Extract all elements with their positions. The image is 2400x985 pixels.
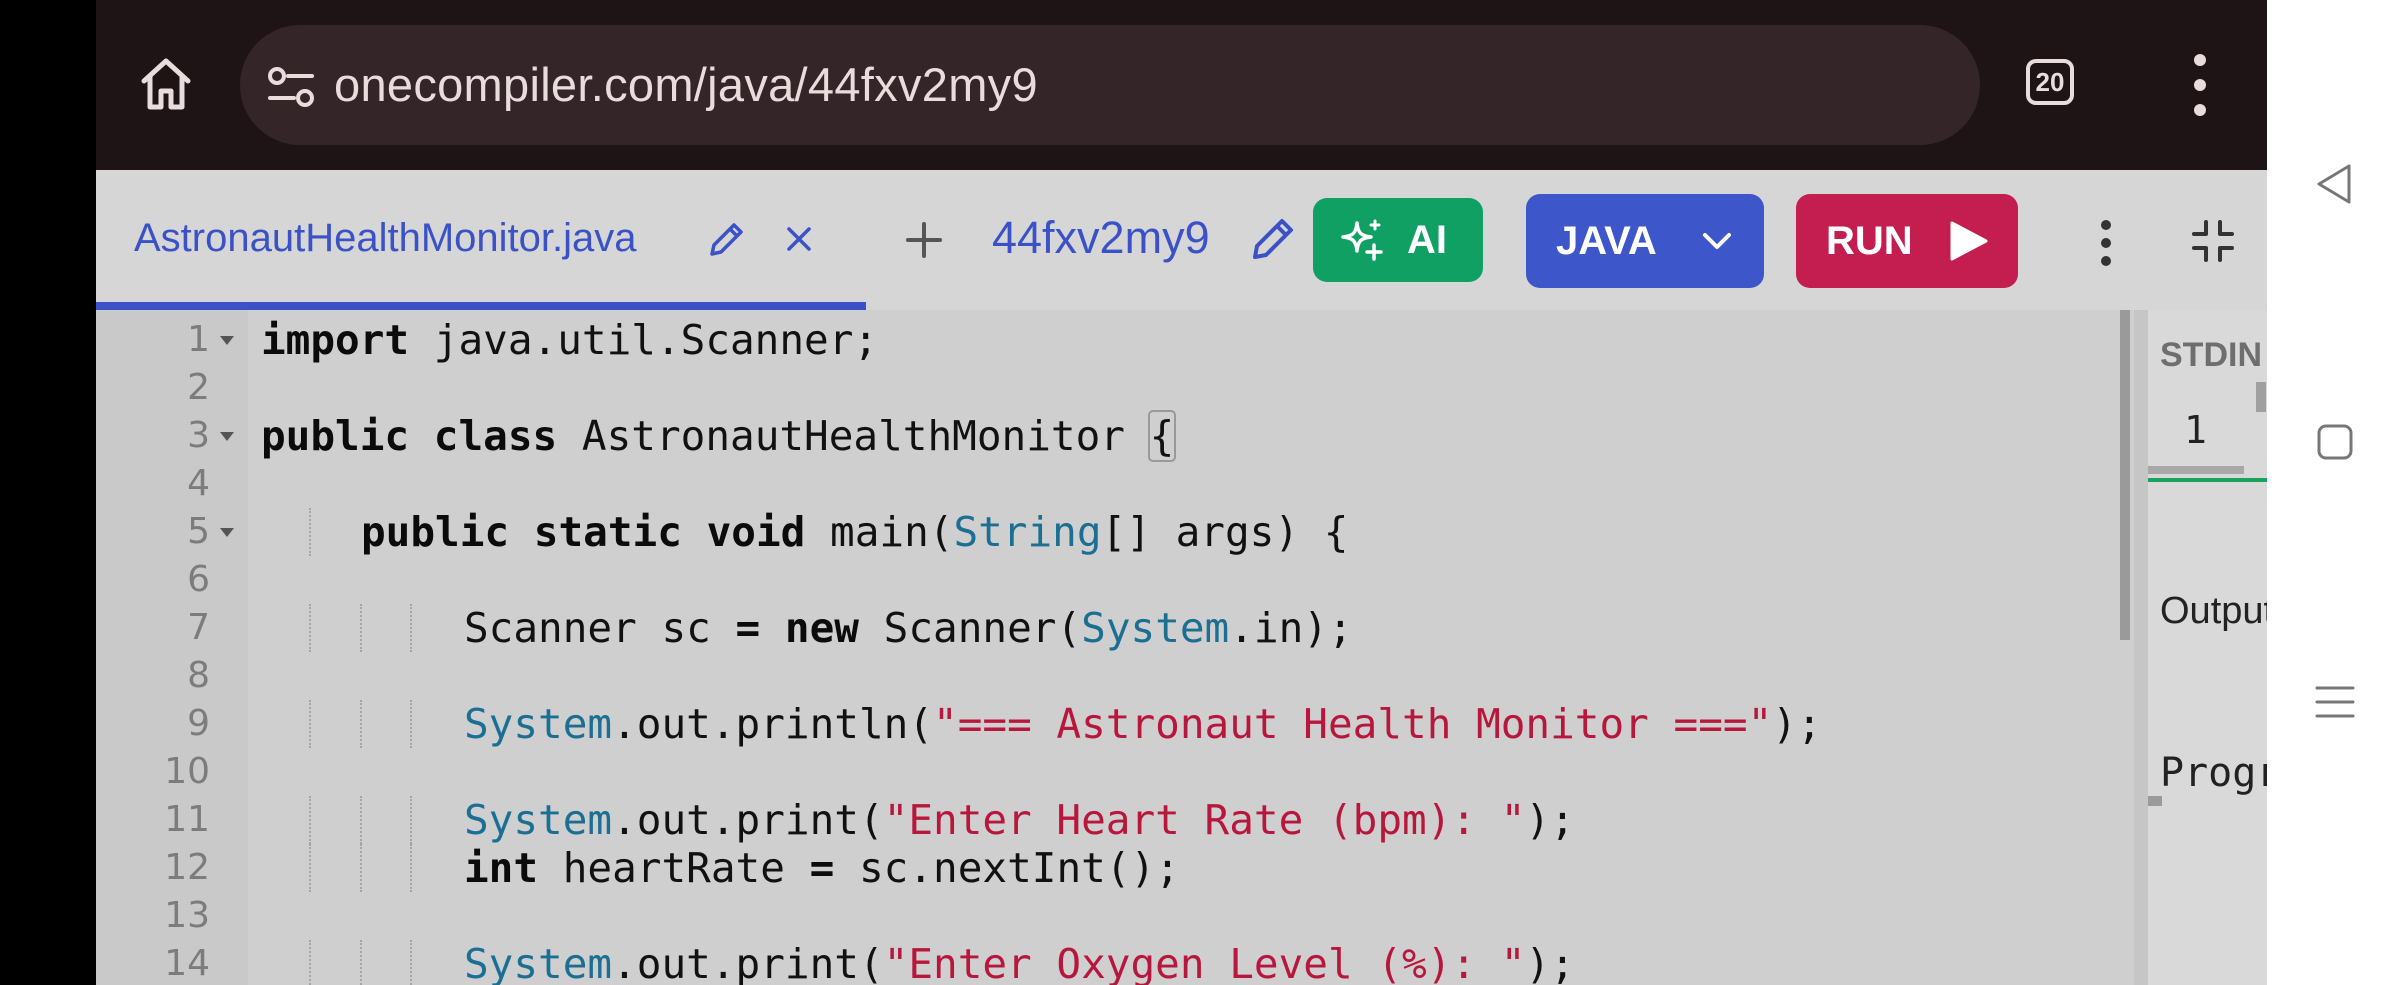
tune-icon[interactable] bbox=[266, 65, 316, 109]
code-line[interactable]: 6 bbox=[96, 556, 2134, 604]
tab-file[interactable]: AstronautHealthMonitor.java bbox=[96, 170, 866, 310]
home-button[interactable] bbox=[136, 52, 196, 116]
line-number: 12 bbox=[164, 847, 210, 888]
code-line[interactable]: 10 bbox=[96, 748, 2134, 796]
line-number: 1 bbox=[187, 319, 210, 360]
code-line[interactable]: 3 public class AstronautHealthMonitor { bbox=[96, 410, 2134, 462]
language-select[interactable]: JAVA bbox=[1526, 194, 1764, 288]
indent-guide bbox=[309, 796, 311, 844]
ai-button[interactable]: AI bbox=[1313, 198, 1483, 282]
fold-arrow-icon[interactable] bbox=[220, 528, 234, 537]
indent-guide bbox=[410, 700, 412, 748]
code-text[interactable]: int heartRate = sc.nextInt(); bbox=[464, 844, 1180, 892]
code-line[interactable]: 8 bbox=[96, 652, 2134, 700]
stdin-scrollbar-horizontal[interactable] bbox=[2148, 466, 2244, 474]
indent-guide bbox=[410, 940, 412, 985]
home-square-icon[interactable] bbox=[2311, 418, 2359, 466]
language-label: JAVA bbox=[1556, 218, 1657, 263]
line-number: 6 bbox=[187, 559, 210, 600]
home-icon bbox=[141, 58, 191, 110]
code-text[interactable]: public static void main(String[] args) { bbox=[361, 508, 1348, 556]
browser-toolbar: onecompiler.com/java/44fxv2my9 20 bbox=[96, 0, 2267, 170]
stdin-line-number[interactable]: 1 bbox=[2184, 408, 2207, 452]
line-number: 14 bbox=[164, 943, 210, 984]
panel-resize-handle[interactable] bbox=[2148, 796, 2162, 806]
code-line[interactable]: 14 System.out.print("Enter Oxygen Level … bbox=[96, 940, 2134, 985]
stdin-focus-border bbox=[2148, 478, 2267, 482]
line-number: 13 bbox=[164, 895, 210, 936]
code-text[interactable]: System.out.print("Enter Heart Rate (bpm)… bbox=[464, 796, 1575, 844]
code-text[interactable]: import java.util.Scanner; bbox=[261, 316, 878, 364]
indent-guide bbox=[360, 940, 362, 985]
indent-guide bbox=[309, 508, 311, 556]
more-vert-icon[interactable] bbox=[2188, 52, 2212, 118]
code-line[interactable]: 11 System.out.print("Enter Heart Rate (b… bbox=[96, 796, 2134, 844]
line-number: 7 bbox=[187, 607, 210, 648]
system-navigation-bar bbox=[2267, 0, 2400, 985]
indent-guide bbox=[360, 700, 362, 748]
collapse-icon[interactable] bbox=[2190, 218, 2236, 264]
project-name[interactable]: 44fxv2my9 bbox=[992, 170, 1210, 310]
indent-guide bbox=[360, 844, 362, 892]
io-panel: STDIN 1 Output Program bbox=[2134, 310, 2267, 985]
code-text[interactable]: Scanner sc = new Scanner(System.in); bbox=[464, 604, 1353, 652]
play-icon bbox=[1950, 221, 1988, 261]
code-text[interactable]: System.out.println("=== Astronaut Health… bbox=[464, 700, 1822, 748]
code-line[interactable]: 12 int heartRate = sc.nextInt(); bbox=[96, 844, 2134, 892]
code-line[interactable]: 13 bbox=[96, 892, 2134, 940]
indent-guide bbox=[410, 844, 412, 892]
code-text[interactable]: System.out.print("Enter Oxygen Level (%)… bbox=[464, 940, 1575, 985]
screen: onecompiler.com/java/44fxv2my9 20 Astron… bbox=[0, 0, 2400, 985]
indent-guide bbox=[309, 700, 311, 748]
line-number: 5 bbox=[187, 511, 210, 552]
more-vert-icon[interactable] bbox=[2096, 218, 2116, 268]
line-number: 2 bbox=[187, 367, 210, 408]
editor-toolbar: AstronautHealthMonitor.java 44fxv2my9 AI bbox=[96, 170, 2267, 310]
back-triangle-icon[interactable] bbox=[2311, 160, 2359, 208]
indent-guide bbox=[410, 604, 412, 652]
indent-guide bbox=[309, 604, 311, 652]
line-number: 11 bbox=[164, 799, 210, 840]
ai-button-label: AI bbox=[1407, 217, 1447, 262]
file-tab-label[interactable]: AstronautHealthMonitor.java bbox=[134, 170, 637, 310]
line-number: 4 bbox=[187, 463, 210, 504]
run-button[interactable]: RUN bbox=[1796, 194, 2018, 288]
line-number: 9 bbox=[187, 703, 210, 744]
tab-switcher-button[interactable]: 20 bbox=[2026, 59, 2074, 105]
editor-scrollbar[interactable] bbox=[2120, 310, 2130, 640]
pencil-icon[interactable] bbox=[706, 218, 748, 260]
pencil-icon[interactable] bbox=[1248, 214, 1298, 264]
code-text[interactable]: public class AstronautHealthMonitor { bbox=[261, 410, 1177, 462]
indent-guide bbox=[309, 940, 311, 985]
chevron-down-icon bbox=[1703, 233, 1731, 249]
address-bar[interactable]: onecompiler.com/java/44fxv2my9 bbox=[240, 25, 1980, 145]
fold-arrow-icon[interactable] bbox=[220, 336, 234, 345]
code-line[interactable]: 1 import java.util.Scanner; bbox=[96, 316, 2134, 364]
active-tab-indicator bbox=[96, 302, 866, 310]
sparkle-icon bbox=[1341, 219, 1383, 261]
indent-guide bbox=[360, 796, 362, 844]
run-label: RUN bbox=[1826, 218, 1913, 263]
stdin-scrollbar-vertical[interactable] bbox=[2256, 382, 2266, 412]
indent-guide bbox=[360, 604, 362, 652]
code-line[interactable]: 5 public static void main(String[] args)… bbox=[96, 508, 2134, 556]
line-number: 8 bbox=[187, 655, 210, 696]
close-icon[interactable] bbox=[782, 222, 816, 256]
code-line[interactable]: 7 Scanner sc = new Scanner(System.in); bbox=[96, 604, 2134, 652]
stdin-label: STDIN bbox=[2160, 336, 2262, 374]
code-line[interactable]: 4 bbox=[96, 460, 2134, 508]
url-text[interactable]: onecompiler.com/java/44fxv2my9 bbox=[334, 25, 1038, 145]
recents-icon[interactable] bbox=[2311, 678, 2359, 726]
output-label: Output bbox=[2160, 590, 2267, 632]
fold-arrow-icon[interactable] bbox=[220, 432, 234, 441]
indent-guide bbox=[410, 796, 412, 844]
output-text: Program bbox=[2160, 750, 2267, 796]
line-number: 3 bbox=[187, 415, 210, 456]
code-line[interactable]: 2 bbox=[96, 364, 2134, 412]
plus-icon[interactable] bbox=[902, 218, 946, 262]
code-editor[interactable]: 1 import java.util.Scanner; 2 3 public c… bbox=[96, 310, 2134, 985]
line-number: 10 bbox=[164, 751, 210, 792]
indent-guide bbox=[309, 844, 311, 892]
code-line[interactable]: 9 System.out.println("=== Astronaut Heal… bbox=[96, 700, 2134, 748]
